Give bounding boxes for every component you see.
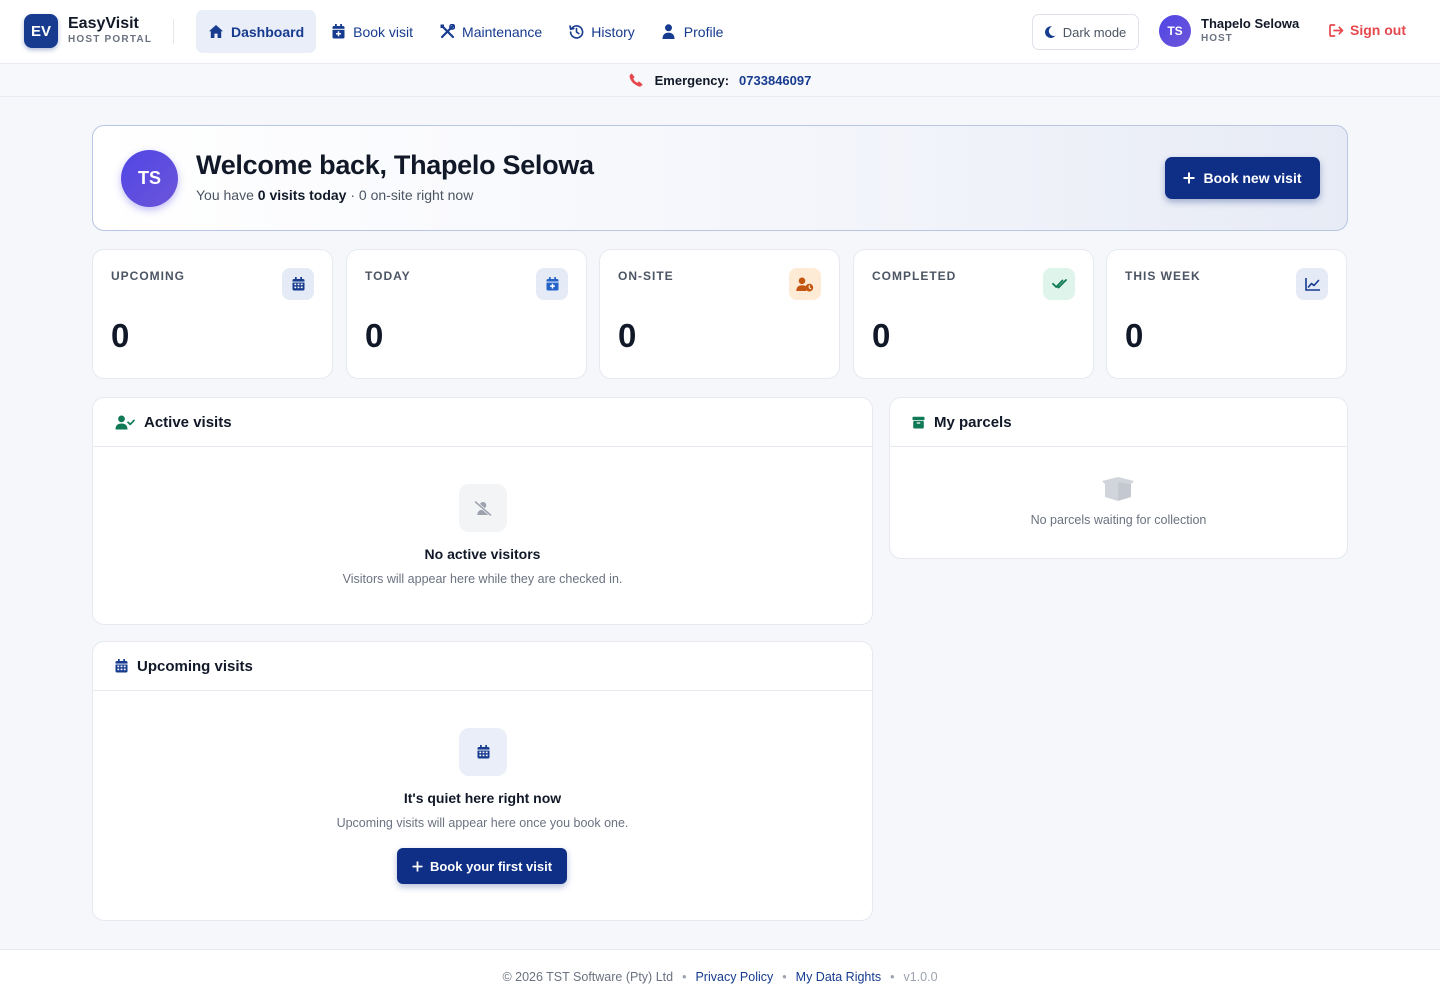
page-title: Welcome back, Thapelo Selowa bbox=[196, 150, 594, 180]
calendar-plus-icon bbox=[330, 24, 346, 40]
separator: • bbox=[682, 969, 687, 984]
summary-suffix: · 0 on-site right now bbox=[350, 187, 474, 203]
calendar-icon bbox=[459, 728, 507, 776]
user-check-icon bbox=[115, 415, 135, 430]
calendar-icon bbox=[115, 659, 128, 673]
welcome-summary: You have 0 visits today · 0 on-site righ… bbox=[196, 187, 473, 203]
footer: © 2026 TST Software (Pty) Ltd • Privacy … bbox=[0, 949, 1440, 1003]
empty-state-title: No active visitors bbox=[424, 546, 541, 562]
main-nav: Dashboard Book visit Maintenance History… bbox=[196, 10, 735, 53]
phone-icon bbox=[629, 73, 643, 87]
book-new-visit-label: Book new visit bbox=[1203, 170, 1302, 186]
nav-item-profile[interactable]: Profile bbox=[649, 10, 736, 53]
data-rights-link[interactable]: My Data Rights bbox=[796, 970, 881, 984]
separator: • bbox=[890, 969, 895, 984]
nav-item-label: Book visit bbox=[353, 23, 414, 40]
stat-label: TODAY bbox=[365, 269, 411, 283]
avatar: TS bbox=[121, 150, 178, 207]
user-role: HOST bbox=[1201, 33, 1233, 44]
summary-prefix: You have bbox=[196, 187, 254, 203]
sign-out-label: Sign out bbox=[1350, 22, 1406, 38]
dark-mode-toggle[interactable]: Dark mode bbox=[1032, 14, 1139, 50]
home-icon bbox=[208, 24, 224, 40]
panel-header: Upcoming visits bbox=[93, 642, 872, 691]
brand-subtitle: HOST PORTAL bbox=[68, 34, 153, 45]
panel-title: Active visits bbox=[144, 413, 232, 431]
stat-card-completed: COMPLETED 0 bbox=[853, 249, 1094, 379]
separator: • bbox=[782, 969, 787, 984]
nav-item-label: History bbox=[591, 23, 635, 40]
panel-header: My parcels bbox=[890, 398, 1347, 447]
brand-logo: EV bbox=[24, 14, 58, 48]
dark-mode-label: Dark mode bbox=[1062, 24, 1127, 40]
copyright: © 2026 TST Software (Pty) Ltd bbox=[502, 969, 674, 984]
top-navbar: EV EasyVisit HOST PORTAL Dashboard Book … bbox=[0, 0, 1440, 64]
parcel-icon bbox=[912, 416, 925, 429]
brand-divider bbox=[173, 19, 174, 44]
empty-state-text: No parcels waiting for collection bbox=[1030, 513, 1207, 527]
stat-value: 0 bbox=[872, 317, 891, 354]
panel-title: Upcoming visits bbox=[137, 657, 253, 675]
brand[interactable]: EV EasyVisit HOST PORTAL bbox=[24, 14, 152, 48]
double-check-icon bbox=[1043, 268, 1075, 300]
panel-title: My parcels bbox=[934, 413, 1012, 431]
stat-label: UPCOMING bbox=[111, 269, 185, 283]
empty-state-text: Upcoming visits will appear here once yo… bbox=[336, 816, 629, 830]
moon-icon bbox=[1044, 26, 1056, 38]
brand-name: EasyVisit bbox=[68, 15, 139, 32]
user-menu[interactable]: TS Thapelo Selowa HOST bbox=[1159, 15, 1299, 47]
visits-today-count: 0 visits today bbox=[257, 187, 347, 203]
empty-state-title: It's quiet here right now bbox=[403, 790, 562, 806]
stat-value: 0 bbox=[1125, 317, 1144, 354]
book-first-visit-label: Book your first visit bbox=[429, 858, 553, 874]
nav-item-label: Profile bbox=[683, 23, 724, 40]
nav-item-label: Dashboard bbox=[231, 23, 305, 40]
user-name: Thapelo Selowa bbox=[1201, 16, 1300, 31]
stat-value: 0 bbox=[111, 317, 130, 354]
nav-item-book-visit[interactable]: Book visit bbox=[318, 10, 425, 53]
stat-card-this-week: THIS WEEK 0 bbox=[1106, 249, 1347, 379]
calendar-icon bbox=[282, 268, 314, 300]
user-icon bbox=[661, 24, 677, 40]
book-first-visit-button[interactable]: Book your first visit bbox=[397, 848, 567, 884]
stat-card-on-site: ON-SITE 0 bbox=[599, 249, 840, 379]
nav-item-maintenance[interactable]: Maintenance bbox=[427, 10, 554, 53]
open-box-icon bbox=[1101, 474, 1135, 501]
avatar: TS bbox=[1159, 15, 1191, 47]
nav-item-label: Maintenance bbox=[462, 23, 543, 40]
history-icon bbox=[568, 24, 584, 40]
sign-out-button[interactable]: Sign out bbox=[1329, 22, 1406, 38]
emergency-label: Emergency: bbox=[654, 72, 730, 88]
tools-icon bbox=[439, 24, 455, 40]
version: v1.0.0 bbox=[903, 969, 938, 984]
stat-value: 0 bbox=[365, 317, 384, 354]
empty-state-text: Visitors will appear here while they are… bbox=[342, 572, 623, 586]
sign-out-icon bbox=[1329, 23, 1344, 37]
stat-label: THIS WEEK bbox=[1125, 269, 1201, 283]
line-chart-icon bbox=[1296, 268, 1328, 300]
stat-label: ON-SITE bbox=[618, 269, 674, 283]
privacy-policy-link[interactable]: Privacy Policy bbox=[695, 970, 773, 984]
active-visits-panel: Active visits No active visitors Visitor… bbox=[92, 397, 873, 625]
panel-header: Active visits bbox=[93, 398, 872, 447]
user-slash-icon bbox=[459, 484, 507, 532]
plus-icon bbox=[1183, 172, 1195, 184]
emergency-number-link[interactable]: 0733846097 bbox=[739, 73, 811, 88]
plus-icon bbox=[412, 861, 423, 872]
user-clock-icon bbox=[789, 268, 821, 300]
upcoming-visits-panel: Upcoming visits It's quiet here right no… bbox=[92, 641, 873, 921]
stat-card-today: TODAY 0 bbox=[346, 249, 587, 379]
nav-item-dashboard[interactable]: Dashboard bbox=[196, 10, 317, 53]
stat-card-upcoming: UPCOMING 0 bbox=[92, 249, 333, 379]
calendar-plus-icon bbox=[536, 268, 568, 300]
emergency-bar: Emergency: 0733846097 bbox=[0, 64, 1440, 97]
stat-value: 0 bbox=[618, 317, 637, 354]
welcome-card: TS Welcome back, Thapelo Selowa You have… bbox=[92, 125, 1348, 231]
stat-label: COMPLETED bbox=[872, 269, 957, 283]
my-parcels-panel: My parcels No parcels waiting for collec… bbox=[889, 397, 1348, 559]
book-new-visit-button[interactable]: Book new visit bbox=[1165, 157, 1320, 199]
nav-item-history[interactable]: History bbox=[556, 10, 647, 53]
